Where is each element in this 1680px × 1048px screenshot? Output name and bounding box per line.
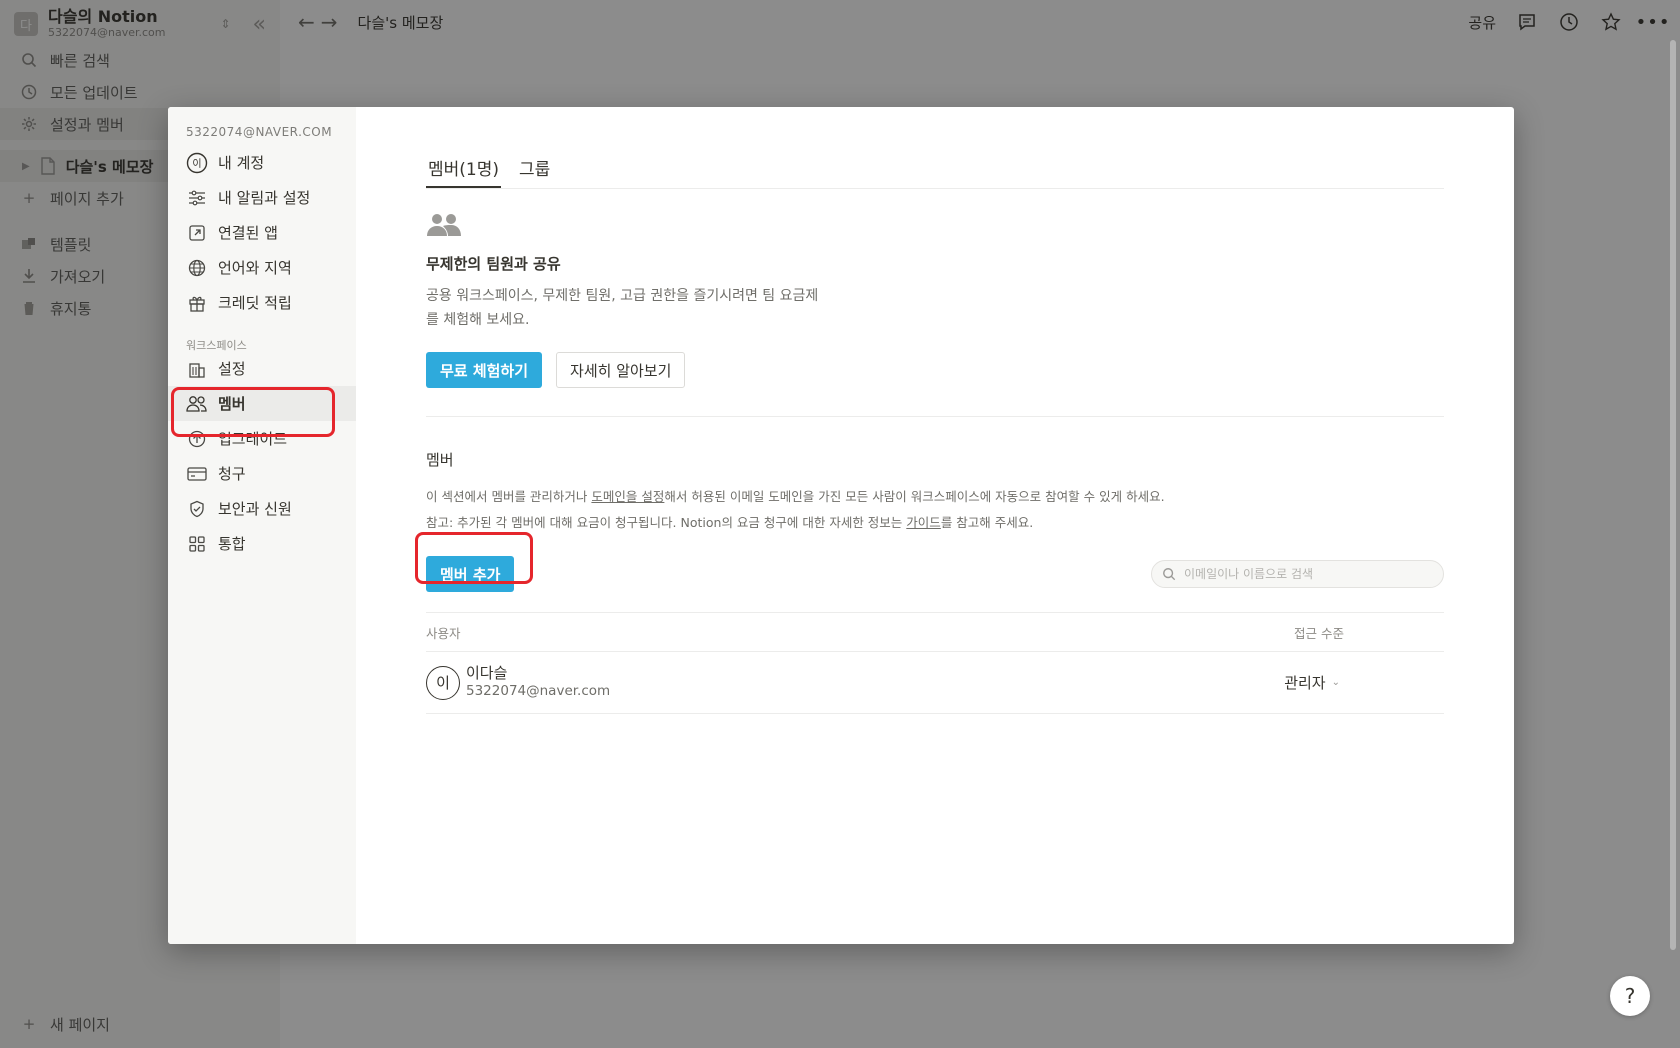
settings-item-language-region[interactable]: 언어와 지역 (168, 250, 356, 285)
members-heading: 멤버 (426, 451, 454, 469)
settings-item-label: 통합 (218, 535, 246, 553)
shield-icon (186, 498, 208, 520)
access-level-dropdown[interactable]: 관리자 ⌄ (1284, 672, 1340, 693)
globe-icon (186, 257, 208, 279)
svg-text:이: 이 (192, 158, 201, 170)
avatar: 이 (426, 665, 460, 700)
upsell-description: 공용 워크스페이스, 무제한 팀원, 고급 권한을 즐기시려면 팀 요금제를 체… (426, 288, 819, 328)
settings-item-label: 내 계정 (218, 154, 265, 172)
settings-item-members[interactable]: 멤버 (168, 386, 356, 421)
desc-text: 참고: 추가된 각 멤버에 대해 요금이 청구됩니다. Notion의 요금 청… (426, 515, 907, 530)
grid-icon (186, 533, 208, 555)
settings-item-label: 설정 (218, 360, 246, 378)
upsell-buttons: 무료 체험하기 자세히 알아보기 (426, 352, 1444, 388)
desc-text: 해서 허용된 이메일 도메인을 가진 모든 사람이 워크스페이스에 자동으로 참… (664, 489, 1165, 504)
scrollbar[interactable] (1670, 40, 1676, 950)
learn-more-button[interactable]: 자세히 알아보기 (556, 352, 686, 388)
account-avatar-icon: 이 (186, 152, 208, 174)
settings-item-connected-apps[interactable]: 연결된 앱 (168, 215, 356, 250)
members-description: 이 섹션에서 멤버를 관리하거나 도메인을 설정해서 허용된 이메일 도메인을 … (426, 484, 1444, 536)
gift-icon (186, 292, 208, 314)
credit-card-icon (186, 463, 208, 485)
account-email: 5322074@NAVER.COM (186, 125, 333, 139)
add-member-button[interactable]: 멤버 추가 (426, 556, 515, 592)
members-table-header: 사용자 접근 수준 (426, 612, 1444, 652)
team-upsell: 무제한의 팀원과 공유 공용 워크스페이스, 무제한 팀원, 고급 권한을 즐기… (426, 189, 1444, 388)
members-actions: 멤버 추가 (426, 556, 1444, 592)
column-user: 사용자 (426, 625, 461, 641)
settings-item-upgrade[interactable]: 업그레이드 (168, 421, 356, 456)
settings-item-label: 청구 (218, 465, 246, 483)
settings-item-label: 언어와 지역 (218, 259, 292, 277)
members-panel: 멤버(1명) 그룹 무제한의 팀원과 공유 공용 워크스페이스, 무제한 팀원,… (356, 107, 1514, 944)
chevron-down-icon: ⌄ (1331, 677, 1340, 688)
settings-item-label: 멤버 (218, 395, 246, 413)
tab-groups[interactable]: 그룹 (517, 155, 552, 188)
access-level-value: 관리자 (1284, 674, 1326, 692)
external-link-icon (186, 222, 208, 244)
settings-item-workspace-settings[interactable]: 설정 (168, 358, 356, 386)
column-access-level: 접근 수준 (1294, 625, 1344, 641)
settings-item-label: 업그레이드 (218, 430, 288, 448)
tab-members[interactable]: 멤버(1명) (426, 155, 502, 188)
help-button[interactable]: ? (1610, 976, 1650, 1016)
members-tabs: 멤버(1명) 그룹 (426, 147, 1444, 189)
members-desc-line2: 참고: 추가된 각 멤버에 대해 요금이 청구됩니다. Notion의 요금 청… (426, 510, 1444, 536)
desc-text: 를 참고해 주세요. (940, 515, 1034, 530)
building-icon (186, 358, 208, 380)
people-icon (426, 211, 462, 239)
billing-guide-link[interactable]: 가이드 (906, 515, 941, 530)
upsell-title: 무제한의 팀원과 공유 (426, 255, 561, 273)
settings-modal: 5322074@NAVER.COM 이 내 계정 내 알림과 설정 연결된 앱 … (168, 107, 1514, 944)
settings-item-label: 크레딧 적립 (218, 294, 292, 312)
settings-item-integrations[interactable]: 통합 (168, 526, 356, 561)
member-info: 이다슬 5322074@naver.com (466, 664, 1284, 701)
desc-text: 이 섹션에서 멤버를 관리하거나 (426, 489, 592, 504)
settings-item-my-account[interactable]: 이 내 계정 (168, 145, 356, 180)
upgrade-arrow-icon (186, 428, 208, 450)
settings-item-notifications[interactable]: 내 알림과 설정 (168, 180, 356, 215)
people-icon (186, 393, 208, 415)
member-email: 5322074@naver.com (466, 683, 611, 700)
settings-item-label: 연결된 앱 (218, 224, 278, 242)
workspace-section-label: 워크스페이스 (186, 339, 247, 352)
member-name: 이다슬 (466, 663, 508, 682)
section-divider (426, 416, 1444, 417)
settings-item-earn-credit[interactable]: 크레딧 적립 (168, 285, 356, 320)
search-input[interactable] (1184, 567, 1414, 581)
member-search[interactable] (1151, 560, 1444, 588)
settings-item-security[interactable]: 보안과 신원 (168, 491, 356, 526)
settings-item-label: 보안과 신원 (218, 500, 292, 518)
domain-settings-link[interactable]: 도메인을 설정 (591, 489, 664, 504)
settings-item-billing[interactable]: 청구 (168, 456, 356, 491)
free-trial-button[interactable]: 무료 체험하기 (426, 352, 543, 388)
table-row: 이 이다슬 5322074@naver.com 관리자 ⌄ (426, 652, 1444, 714)
sliders-icon (186, 187, 208, 209)
members-desc-line1: 이 섹션에서 멤버를 관리하거나 도메인을 설정해서 허용된 이메일 도메인을 … (426, 484, 1444, 510)
search-icon (1162, 567, 1176, 581)
settings-sidebar: 5322074@NAVER.COM 이 내 계정 내 알림과 설정 연결된 앱 … (168, 107, 356, 944)
settings-item-label: 내 알림과 설정 (218, 189, 311, 207)
